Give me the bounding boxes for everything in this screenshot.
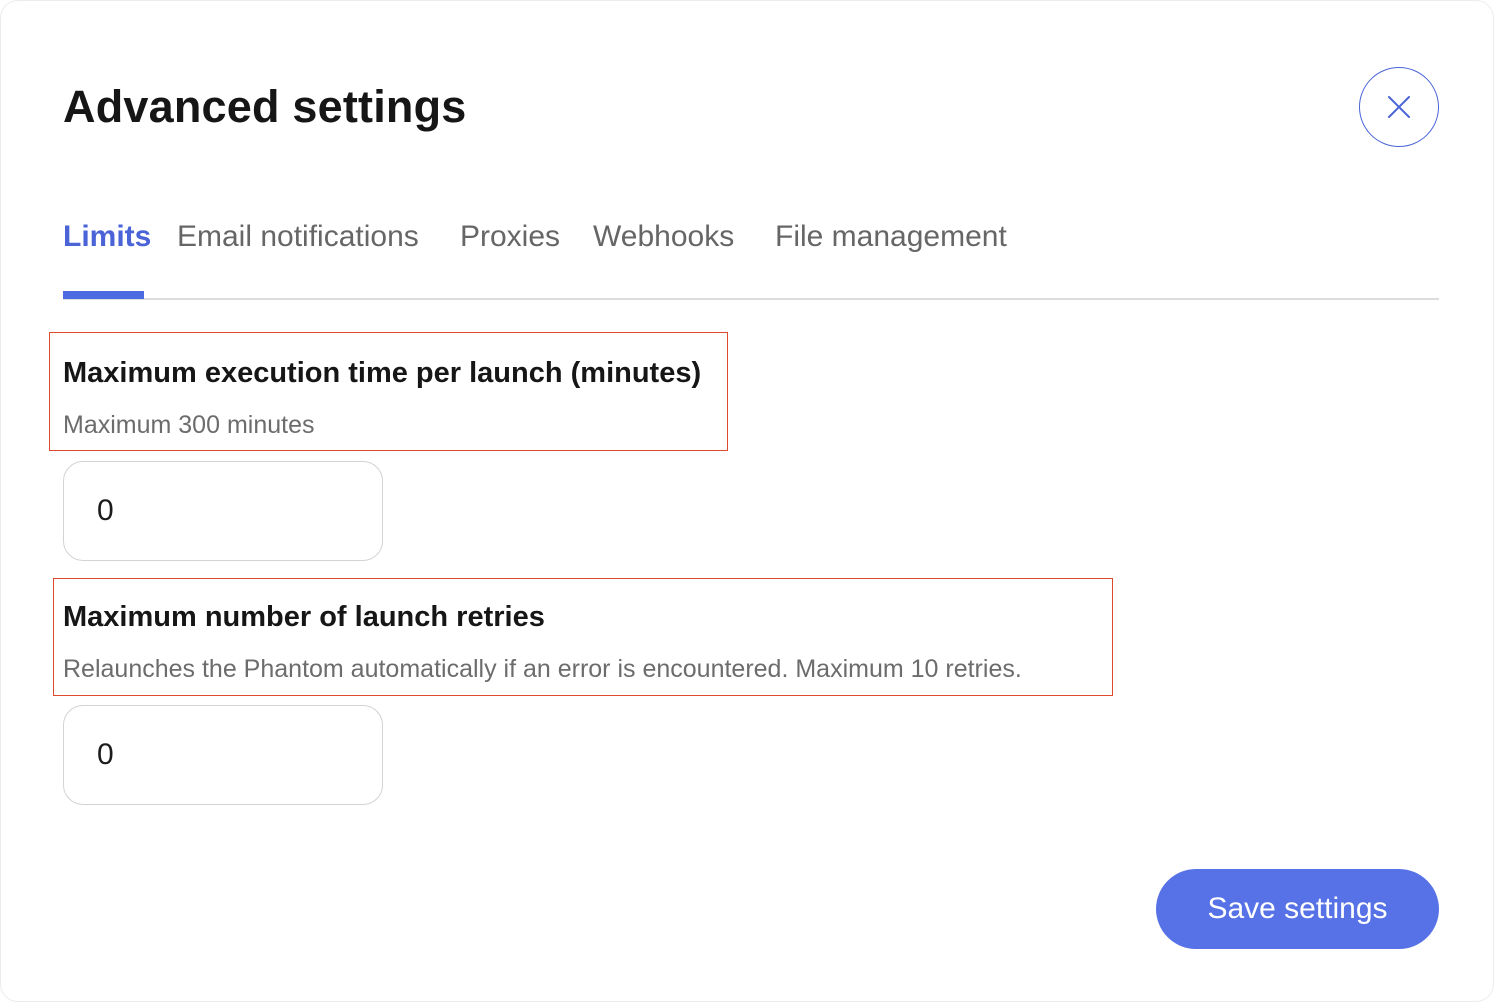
launch-retries-input[interactable] [63,705,383,805]
settings-tabs: Limits Email notifications Proxies Webho… [63,211,1439,300]
active-tab-indicator [63,291,144,299]
tab-email-notifications[interactable]: Email notifications [177,219,419,255]
tab-limits[interactable]: Limits [63,219,151,255]
tab-file-management[interactable]: File management [775,219,1007,255]
save-settings-button[interactable]: Save settings [1156,869,1439,949]
close-button[interactable] [1359,67,1439,147]
advanced-settings-dialog: Advanced settings Limits Email notificat… [0,0,1494,1002]
execution-time-help: Maximum 300 minutes [63,411,315,439]
close-icon [1387,95,1411,119]
tab-webhooks[interactable]: Webhooks [593,219,734,255]
execution-time-label: Maximum execution time per launch (minut… [63,357,702,389]
dialog-title: Advanced settings [63,81,467,132]
tab-proxies[interactable]: Proxies [460,219,560,255]
tabs-divider [63,298,1439,300]
execution-time-input[interactable] [63,461,383,561]
launch-retries-help: Relaunches the Phantom automatically if … [63,655,1022,683]
launch-retries-label: Maximum number of launch retries [63,601,545,633]
